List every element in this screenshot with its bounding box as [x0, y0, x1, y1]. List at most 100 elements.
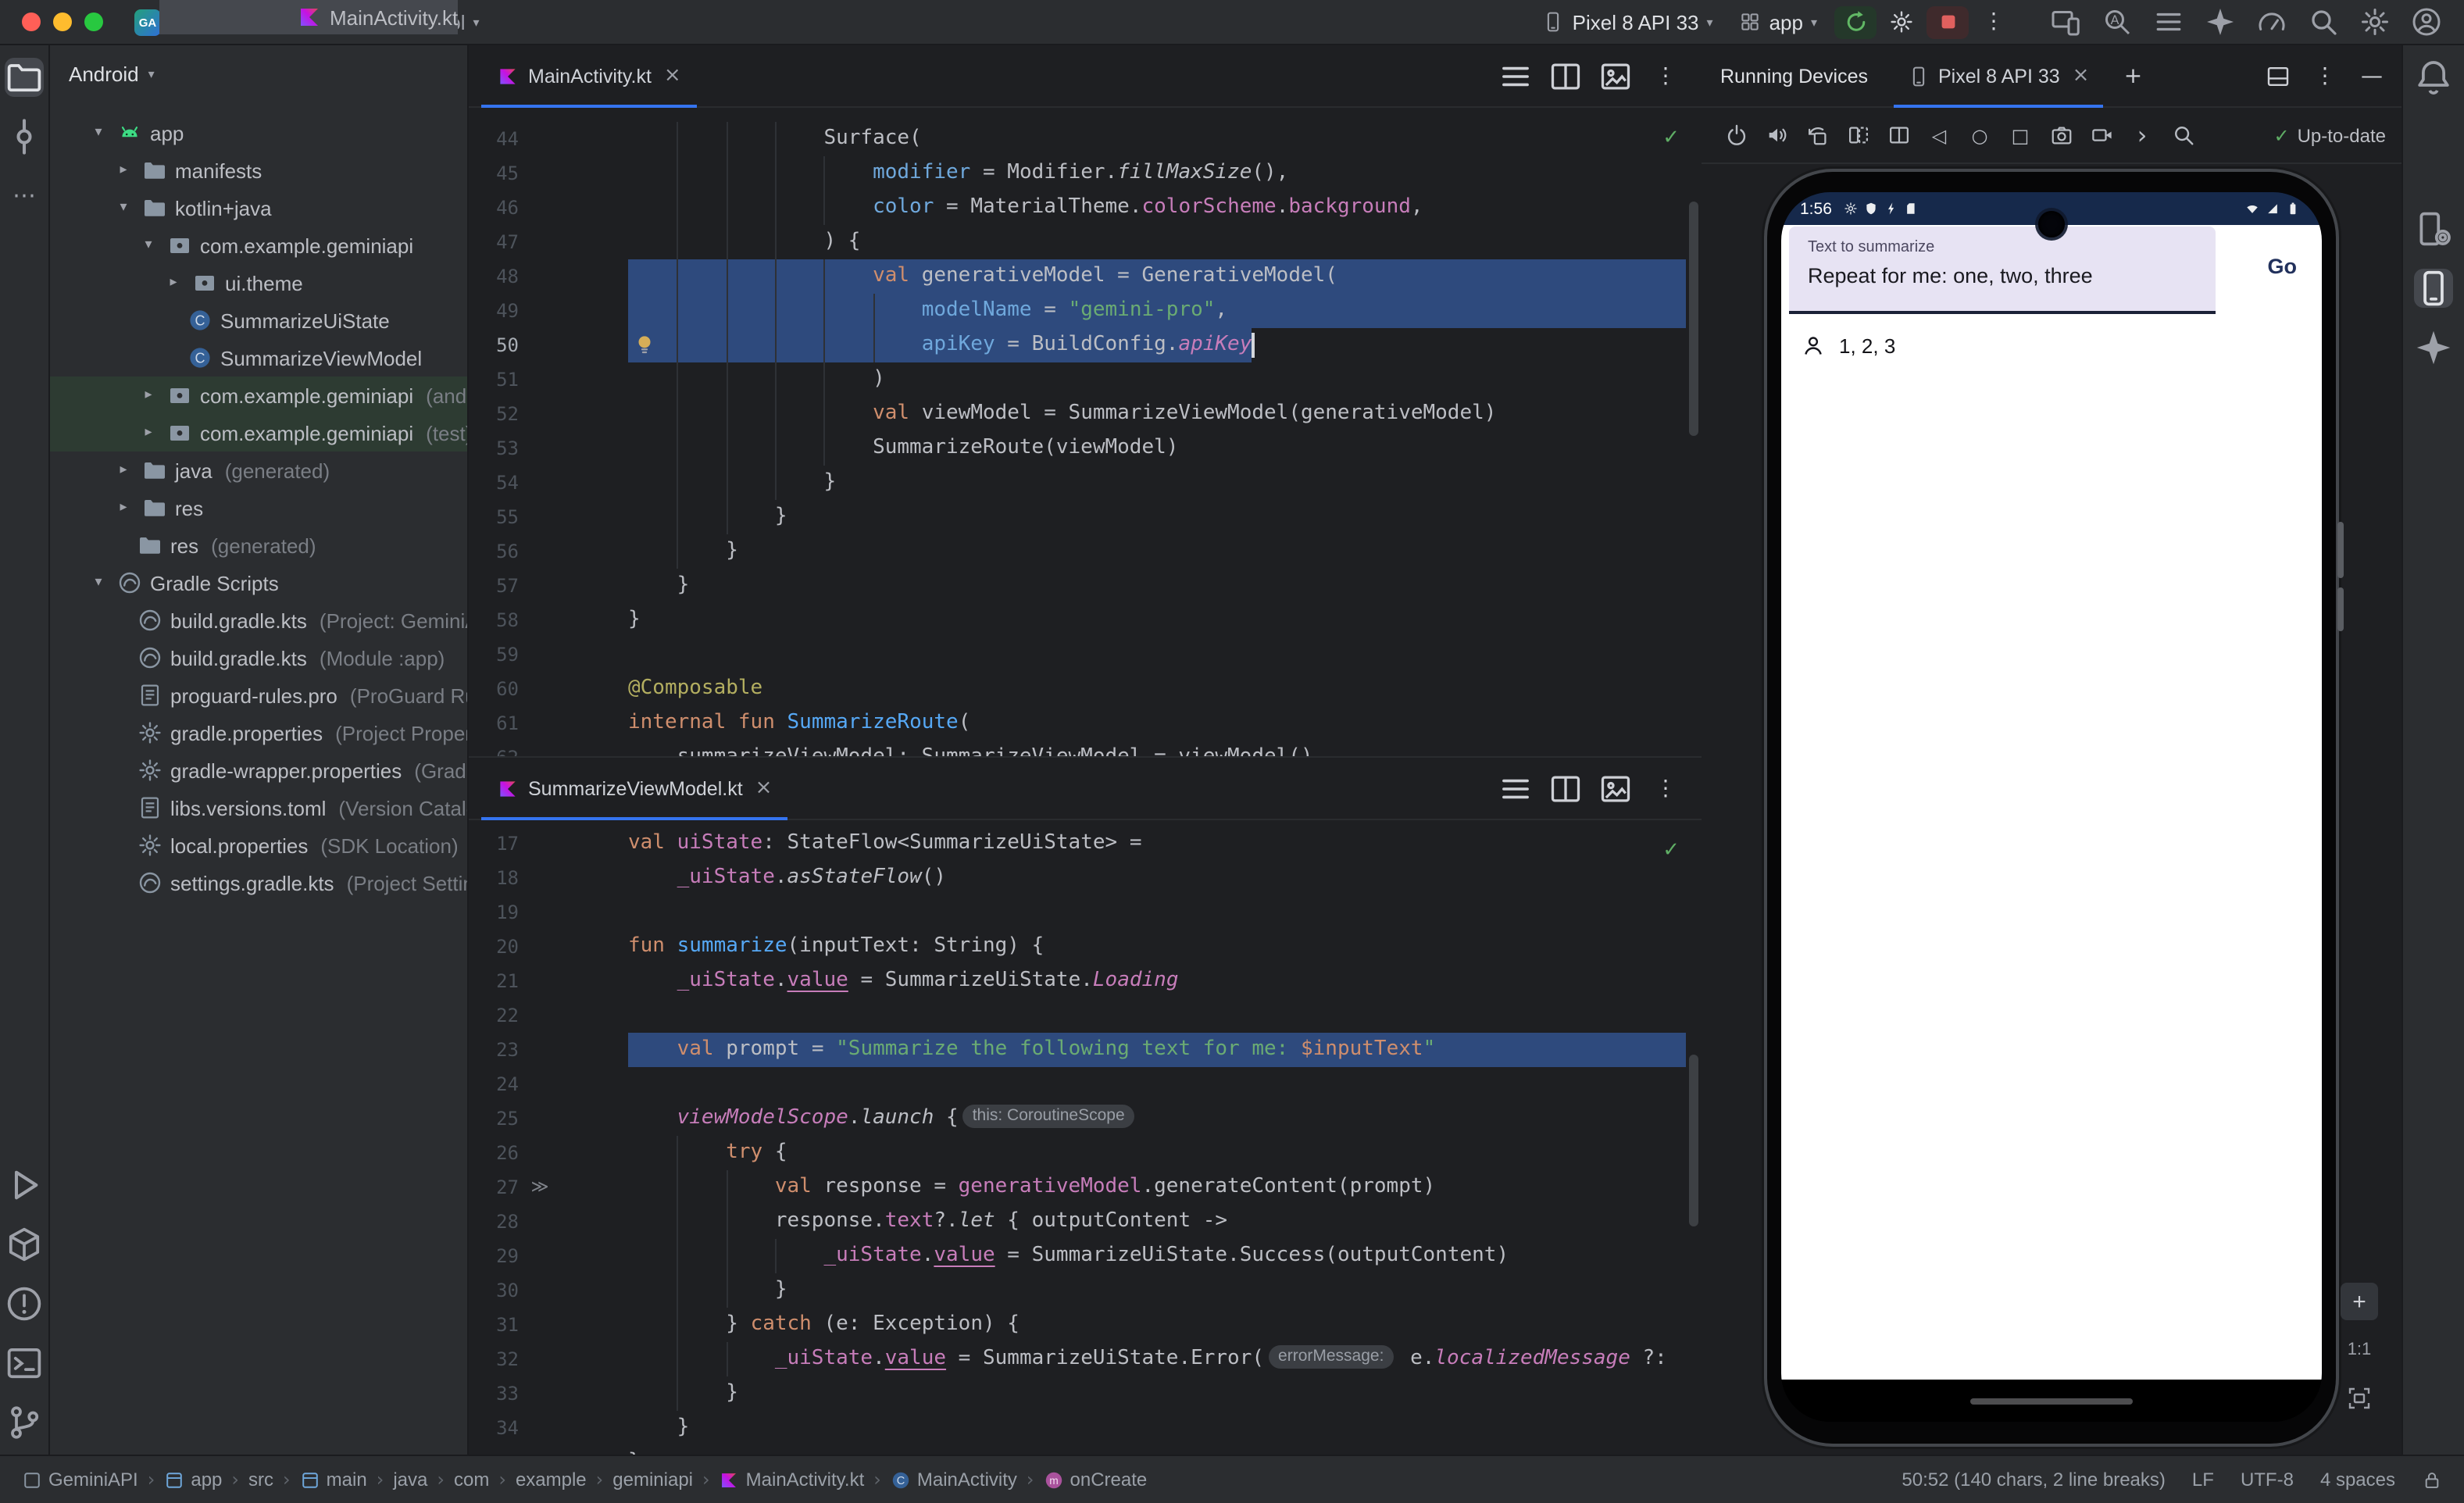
settings-icon[interactable] [2359, 6, 2391, 37]
code-line-60[interactable]: 60@Composable [469, 672, 1702, 706]
panel-options-button[interactable]: ⋮ [2308, 59, 2342, 93]
tree-item-com-example-geminiapi-test[interactable]: ▸com.example.geminiapi(test) [50, 414, 467, 452]
code-line-59[interactable]: 59 [469, 637, 1702, 672]
code-line-48[interactable]: 48 val generativeModel = GenerativeModel… [469, 259, 1702, 294]
line-number-49[interactable]: 49 [469, 294, 519, 328]
hide-panel-button[interactable]: — [2355, 59, 2389, 93]
run-settings-button[interactable] [1884, 5, 1919, 39]
split-editor-icon[interactable] [1548, 59, 1583, 93]
line-number-52[interactable]: 52 [469, 397, 519, 431]
line-number-20[interactable]: 20 [469, 930, 519, 964]
tree-item-com-example-geminiapi[interactable]: ▾com.example.geminiapi [50, 227, 467, 264]
code-line-25[interactable]: 25 viewModelScope.launch {this: Coroutin… [469, 1101, 1702, 1136]
tree-item-ui-theme[interactable]: ▸ui.theme [50, 264, 467, 302]
editor-scrollbar[interactable] [1689, 202, 1698, 436]
breadcrumb-oncreate[interactable]: monCreate [1044, 1469, 1148, 1491]
line-number-51[interactable]: 51 [469, 362, 519, 397]
line-number-21[interactable]: 21 [469, 964, 519, 998]
caret-position[interactable]: 50:52 (140 chars, 2 line breaks) [1902, 1469, 2166, 1491]
code-line-23[interactable]: 23 val prompt = "Summarize the following… [469, 1033, 1702, 1067]
run-tool-icon[interactable] [5, 1166, 44, 1205]
account-icon[interactable] [2411, 6, 2442, 37]
terminal-icon[interactable] [5, 1344, 44, 1383]
line-number-23[interactable]: 23 [469, 1033, 519, 1067]
breadcrumb-geminiapi[interactable]: geminiapi [612, 1469, 693, 1491]
code-line-33[interactable]: 33 } [469, 1376, 1702, 1411]
line-number-26[interactable]: 26 [469, 1136, 519, 1170]
tree-item-res-generated[interactable]: res(generated) [50, 527, 467, 564]
details-view-icon[interactable] [1498, 771, 1533, 805]
stop-button[interactable] [1927, 5, 1969, 38]
breadcrumb-mainactivity-kt[interactable]: MainActivity.kt [720, 1469, 865, 1491]
line-number-33[interactable]: 33 [469, 1376, 519, 1411]
preview-icon[interactable] [1598, 771, 1633, 805]
find-action-icon[interactable]: A [2102, 6, 2133, 37]
line-number-19[interactable]: 19 [469, 895, 519, 930]
close-tab-icon[interactable]: × [664, 64, 681, 87]
zoom-window-button[interactable] [84, 12, 103, 31]
tree-item-java-generated[interactable]: ▸java(generated) [50, 452, 467, 489]
go-button[interactable]: Go [2268, 255, 2298, 278]
code-line-56[interactable]: 56 } [469, 534, 1702, 569]
code-line-17[interactable]: 17val uiState: StateFlow<SummarizeUiStat… [469, 826, 1702, 861]
code-editor-summarizeviewmodel-kt[interactable]: 17val uiState: StateFlow<SummarizeUiStat… [469, 820, 1702, 1455]
breadcrumb-com[interactable]: com [454, 1469, 489, 1491]
code-line-51[interactable]: 51 ) [469, 362, 1702, 397]
inspections-ok-icon[interactable]: ✓ [1662, 839, 1680, 862]
code-line-29[interactable]: 29 _uiState.value = SummarizeUiState.Suc… [469, 1239, 1702, 1273]
tree-item-summarizeviewmodel[interactable]: CSummarizeViewModel [50, 339, 467, 377]
chevron-right-icon[interactable]: ▸ [112, 162, 134, 178]
code-line-19[interactable]: 19 [469, 895, 1702, 930]
tree-item-build-gradle-kts-project-geminiapi[interactable]: build.gradle.kts(Project: GeminiAPI) [50, 602, 467, 639]
device-manager-icon[interactable] [2414, 209, 2453, 248]
panel-layout-button[interactable] [2261, 59, 2295, 93]
line-number-24[interactable]: 24 [469, 1067, 519, 1101]
chevron-down-icon[interactable]: ▾ [137, 237, 159, 253]
code-line-26[interactable]: 26 try { [469, 1136, 1702, 1170]
file-encoding[interactable]: UTF-8 [2241, 1469, 2294, 1491]
line-number-62[interactable]: 62 [469, 741, 519, 756]
commit-icon[interactable] [5, 117, 44, 156]
back-icon[interactable]: ◁ [1920, 116, 1958, 154]
details-view-icon[interactable] [1498, 59, 1533, 93]
gemini-icon[interactable] [2205, 6, 2236, 37]
line-number-54[interactable]: 54 [469, 466, 519, 500]
tree-item-gradle-wrapper-properties-gradle-version[interactable]: gradle-wrapper.properties(Gradle Version… [50, 752, 467, 789]
tab-summarizeviewmodel-kt[interactable]: SummarizeViewModel.kt× [481, 758, 787, 819]
line-number-45[interactable]: 45 [469, 156, 519, 191]
tree-item-manifests[interactable]: ▸manifests [50, 152, 467, 189]
line-number-29[interactable]: 29 [469, 1239, 519, 1273]
line-number-44[interactable]: 44 [469, 122, 519, 156]
line-number-55[interactable]: 55 [469, 500, 519, 534]
editor-scrollbar[interactable] [1689, 1055, 1698, 1226]
line-number-17[interactable]: 17 [469, 826, 519, 861]
tree-item-proguard-rules-pro-proguard-rules[interactable]: proguard-rules.pro(ProGuard Rules) [50, 677, 467, 714]
code-line-58[interactable]: 58} [469, 603, 1702, 637]
run-configuration-selector[interactable]: app▾ [1730, 5, 1827, 38]
code-line-53[interactable]: 53 SummarizeRoute(viewModel) [469, 431, 1702, 466]
menu-list-icon[interactable] [2153, 6, 2184, 37]
tree-item-settings-gradle-kts-project-settings[interactable]: settings.gradle.kts(Project Settings) [50, 864, 467, 901]
tab-pixel-8-api-33[interactable]: Pixel 8 API 33 × [1893, 45, 2103, 106]
tree-item-app[interactable]: ▾app [50, 114, 467, 152]
breadcrumb-app[interactable]: app [164, 1469, 222, 1491]
line-number-47[interactable]: 47 [469, 225, 519, 259]
more-tools-icon[interactable]: ⋯ [5, 177, 44, 216]
code-line-27[interactable]: 27≫ val response = generativeModel.gener… [469, 1170, 1702, 1205]
more-run-actions-button[interactable]: ⋮ [1977, 5, 2011, 39]
device-mirror-icon[interactable] [2050, 6, 2081, 37]
gesture-pill[interactable] [1970, 1398, 2133, 1404]
line-number-56[interactable]: 56 [469, 534, 519, 569]
chevron-down-icon[interactable]: ▾ [87, 125, 109, 141]
close-tab-icon[interactable]: × [755, 776, 773, 800]
line-number-59[interactable]: 59 [469, 637, 519, 672]
readonly-lock-icon[interactable] [2422, 1469, 2442, 1490]
gemini-icon[interactable] [2414, 328, 2453, 367]
editor-options-button[interactable]: ⋮ [1648, 771, 1683, 805]
editor-options-button[interactable]: ⋮ [1648, 59, 1683, 93]
code-line-44[interactable]: 44 Surface( [469, 122, 1702, 156]
chevron-right-icon[interactable]: ▸ [137, 387, 159, 403]
chevron-right-icon[interactable]: ▸ [137, 425, 159, 441]
zoom-fit-button[interactable] [2341, 1380, 2378, 1417]
line-number-32[interactable]: 32 [469, 1342, 519, 1376]
